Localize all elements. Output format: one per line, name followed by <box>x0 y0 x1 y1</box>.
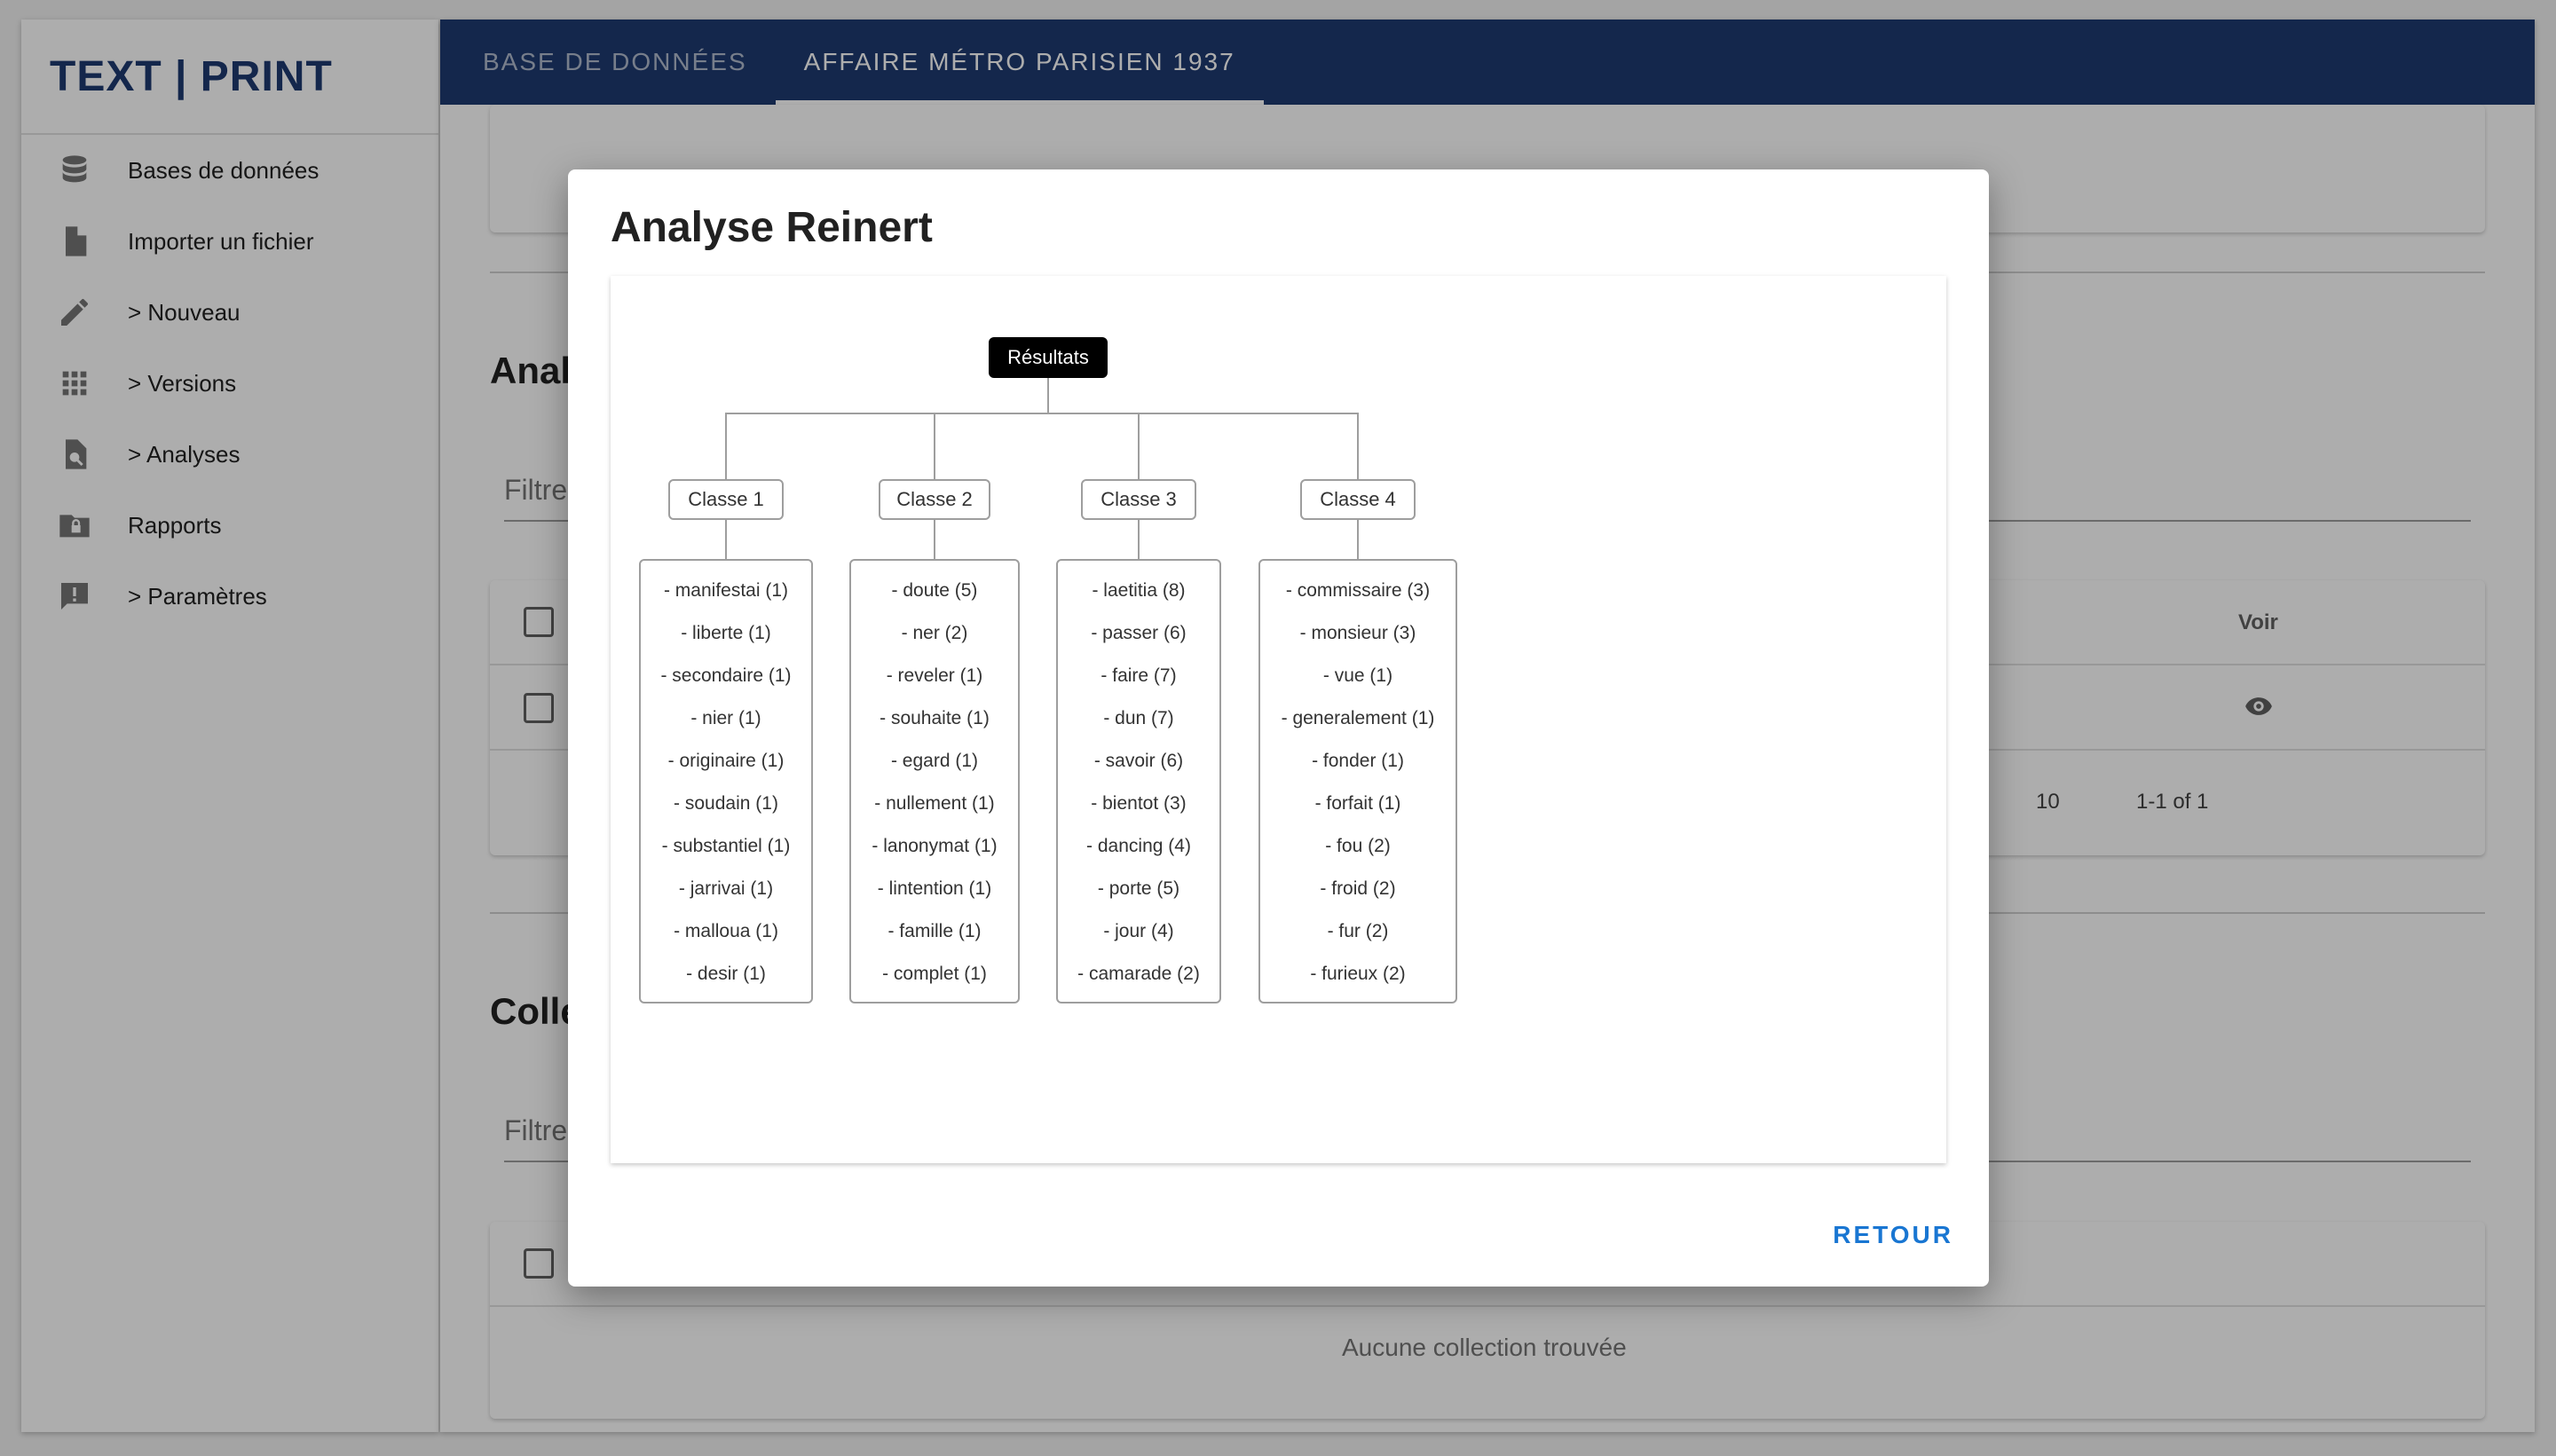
tree-word-item: - generalement (1) <box>1281 708 1435 728</box>
tree-connector <box>1138 413 1140 479</box>
tree-word-item: - ner (2) <box>901 623 968 643</box>
tree-connector <box>1357 520 1359 559</box>
tree-word-item: - lanonymat (1) <box>872 836 998 856</box>
tree-word-item: - savoir (6) <box>1093 751 1184 771</box>
reinert-tree: Résultats Classe 1 - manifestai (1) - libe… <box>611 276 1946 1163</box>
tree-connector <box>725 413 727 479</box>
tree-word-item: - nier (1) <box>690 708 761 728</box>
dendrogram-panel: Résultats Classe 1 - manifestai (1) - libe… <box>611 276 1946 1163</box>
tree-word-item: - doute (5) <box>891 580 978 601</box>
tree-word-item: - commissaire (3) <box>1285 580 1431 601</box>
dialog-title: Analyse Reinert <box>611 204 933 251</box>
tree-word-item: - porte (5) <box>1097 878 1180 899</box>
tree-word-list: - commissaire (3) - monsieur (3) - vue (1)… <box>1258 559 1457 1003</box>
tree-word-item: - famille (1) <box>888 921 982 941</box>
tree-word-item: - froid (2) <box>1320 878 1396 899</box>
tree-word-item: - passer (6) <box>1091 623 1187 643</box>
tree-word-item: - dun (7) <box>1103 708 1174 728</box>
tree-word-item: - originaire (1) <box>667 751 785 771</box>
tree-word-item: - vue (1) <box>1322 665 1393 686</box>
tree-connector <box>725 520 727 559</box>
tree-connector <box>934 520 935 559</box>
tree-connector <box>725 413 1359 414</box>
tree-word-item: - bientot (3) <box>1091 793 1187 814</box>
tree-word-item: - forfait (1) <box>1314 793 1401 814</box>
tree-word-item: - egard (1) <box>890 751 979 771</box>
tree-word-list: - doute (5) - ner (2) - reveler (1) - souha… <box>849 559 1020 1003</box>
tree-word-item: - jarrivai (1) <box>678 878 774 899</box>
tree-word-item: - fur (2) <box>1327 921 1389 941</box>
tree-root-node: Résultats <box>989 337 1108 378</box>
tree-word-item: - substantiel (1) <box>661 836 791 856</box>
tree-word-list: - laetitia (8) - passer (6) - faire (7) - d… <box>1056 559 1221 1003</box>
tree-word-item: - jour (4) <box>1103 921 1174 941</box>
tree-word-item: - furieux (2) <box>1310 964 1406 984</box>
tree-class-node: Classe 3 <box>1081 479 1196 520</box>
back-button[interactable]: RETOUR <box>1829 1216 1957 1255</box>
tree-class-node: Classe 4 <box>1300 479 1416 520</box>
tree-word-item: - camarade (2) <box>1077 964 1200 984</box>
tree-word-item: - complet (1) <box>882 964 987 984</box>
tree-word-item: - dancing (4) <box>1086 836 1191 856</box>
tree-word-item: - malloua (1) <box>674 921 778 941</box>
tree-word-item: - desir (1) <box>686 964 766 984</box>
tree-class-node: Classe 2 <box>879 479 990 520</box>
tree-connector <box>1047 378 1049 413</box>
tree-word-item: - manifestai (1) <box>663 580 789 601</box>
tree-word-item: - laetitia (8) <box>1092 580 1186 601</box>
tree-word-item: - monsieur (3) <box>1299 623 1416 643</box>
tree-word-item: - lintention (1) <box>877 878 992 899</box>
tree-word-item: - souhaite (1) <box>880 708 990 728</box>
tree-word-item: - secondaire (1) <box>660 665 792 686</box>
tree-word-item: - liberte (1) <box>681 623 771 643</box>
tree-word-item: - fonder (1) <box>1312 751 1404 771</box>
tree-word-list: - manifestai (1) - liberte (1) - secondair… <box>639 559 813 1003</box>
tree-word-item: - fou (2) <box>1325 836 1391 856</box>
tree-word-item: - nullement (1) <box>874 793 995 814</box>
tree-connector <box>1138 520 1140 559</box>
tree-connector <box>1357 413 1359 479</box>
tree-word-item: - faire (7) <box>1100 665 1177 686</box>
tree-word-item: - soudain (1) <box>674 793 778 814</box>
tree-word-item: - reveler (1) <box>886 665 983 686</box>
tree-class-node: Classe 1 <box>668 479 784 520</box>
tree-connector <box>934 413 935 479</box>
reinert-dialog: Analyse Reinert Résultats Classe 1 - mani… <box>568 169 1989 1287</box>
